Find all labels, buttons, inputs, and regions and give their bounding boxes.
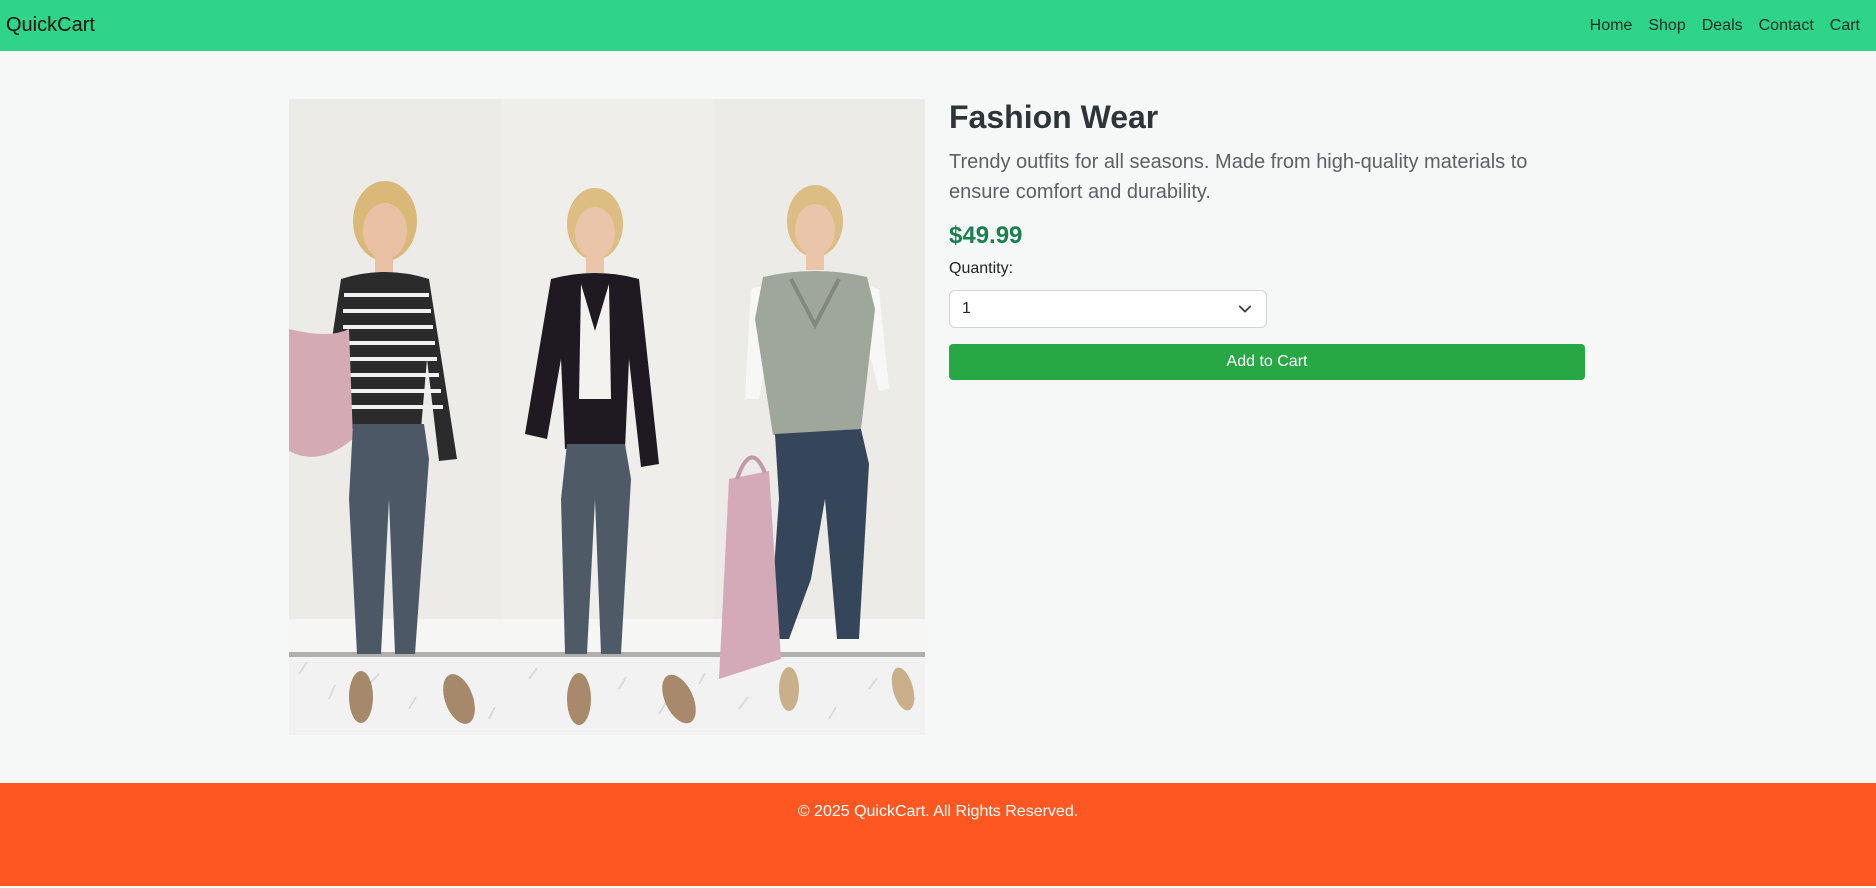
nav-links: Home Shop Deals Contact Cart — [1582, 17, 1860, 35]
nav-link-home[interactable]: Home — [1582, 17, 1641, 35]
add-to-cart-button[interactable]: Add to Cart — [949, 344, 1585, 380]
footer-copyright: © 2025 QuickCart. All Rights Reserved. — [797, 803, 1079, 820]
nav-link-shop[interactable]: Shop — [1640, 17, 1693, 35]
product-description: Trendy outfits for all seasons. Made fro… — [949, 151, 1528, 203]
product-price: $49.99 — [949, 222, 1023, 249]
footer: © 2025 QuickCart. All Rights Reserved. — [0, 783, 1876, 886]
nav-link-contact[interactable]: Contact — [1751, 17, 1822, 35]
navbar: QuickCart Home Shop Deals Contact Cart — [0, 0, 1876, 51]
nav-link-cart[interactable]: Cart — [1822, 17, 1860, 35]
quantity-selected-value: 1 — [962, 300, 971, 317]
product-title: Fashion Wear — [949, 99, 1159, 135]
chevron-down-icon — [1238, 305, 1252, 313]
quantity-label: Quantity: — [949, 260, 1014, 277]
product-image — [289, 99, 925, 735]
brand-logo[interactable]: QuickCart — [6, 14, 95, 37]
quantity-select[interactable]: 1 — [949, 290, 1267, 328]
product-photo — [289, 99, 925, 735]
nav-link-deals[interactable]: Deals — [1694, 17, 1751, 35]
